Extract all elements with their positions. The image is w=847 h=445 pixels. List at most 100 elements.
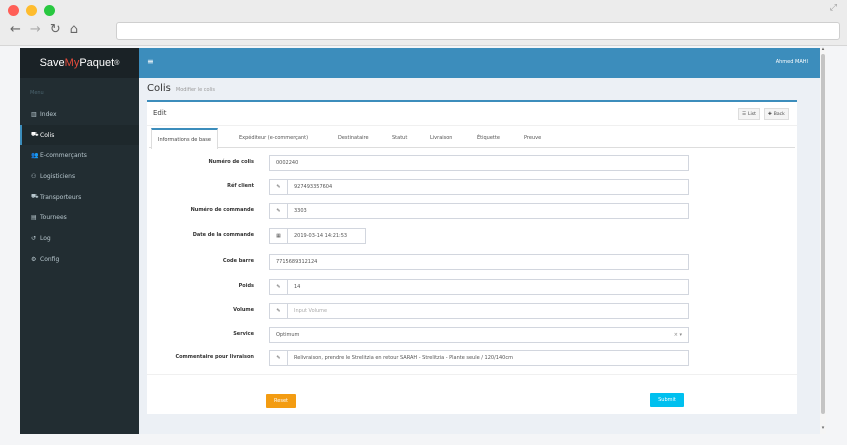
numero-commande-value: 3303 bbox=[294, 208, 307, 214]
sidebar-item-log[interactable]: ↺ Log bbox=[20, 228, 139, 249]
ref-client-label: Réf client bbox=[227, 183, 254, 189]
brand-logo[interactable]: Save My Paquet ® bbox=[20, 48, 139, 78]
users-icon: 👥 bbox=[31, 152, 39, 160]
sidebar-item-transporteurs[interactable]: ⛟ Transporteurs bbox=[20, 187, 139, 208]
box-title: Edit bbox=[153, 109, 167, 117]
handshake-icon: ⚇ bbox=[31, 172, 37, 180]
numero-commande-field[interactable]: ✎ 3303 bbox=[269, 203, 689, 219]
volume-label: Volume bbox=[233, 307, 254, 313]
scroll-down-icon[interactable]: ▾ bbox=[820, 425, 826, 431]
browser-chrome: ⤢ ← → ↻ ⌂ bbox=[0, 0, 847, 46]
numero-colis-label: Numéro de colis bbox=[208, 159, 254, 165]
commentaire-label: Commentaire pour livraison bbox=[175, 354, 254, 360]
menu-title: Menu bbox=[30, 90, 44, 96]
cogs-icon: ⚙ bbox=[31, 255, 37, 263]
sidebar-item-label: E-commerçants bbox=[40, 152, 87, 160]
clear-and-chevron-icon[interactable]: × ▾ bbox=[674, 332, 682, 338]
cart-icon: ⛟ bbox=[31, 131, 39, 139]
sidebar-item-label: Logisticiens bbox=[40, 172, 76, 180]
address-bar[interactable] bbox=[116, 22, 840, 40]
list-button-label: List bbox=[748, 111, 756, 117]
numero-colis-value: 0002240 bbox=[276, 160, 299, 166]
hamburger-icon[interactable]: ≡ bbox=[147, 57, 154, 66]
tab-expediteur[interactable]: Expéditeur (e-commerçant) bbox=[233, 128, 314, 148]
code-barre-label: Code barre bbox=[222, 258, 254, 264]
brand-trademark: ® bbox=[114, 59, 120, 67]
edit-box: Edit ☰ List ✚ Back Informations de base Ex… bbox=[147, 100, 797, 414]
sidebar-item-logisticiens[interactable]: ⚇ Logisticiens bbox=[20, 166, 139, 187]
sidebar-item-label: Tournees bbox=[40, 214, 67, 222]
commentaire-value: Relivraison, prendre le Strelitzia en re… bbox=[294, 355, 513, 361]
numero-colis-field[interactable]: 0002240 bbox=[269, 155, 689, 171]
submit-button[interactable]: Submit bbox=[650, 393, 684, 407]
sidebar-item-colis[interactable]: ⛟ Colis bbox=[20, 124, 139, 146]
numero-commande-label: Numéro de commande bbox=[190, 207, 254, 213]
user-menu[interactable]: Ahmed MAHI bbox=[776, 59, 808, 65]
browser-nav: ← → ↻ ⌂ bbox=[10, 22, 78, 38]
poids-label: Poids bbox=[238, 283, 254, 289]
service-value: Optimum bbox=[276, 332, 300, 338]
tab-bar: Informations de base Expéditeur (e-comme… bbox=[149, 128, 795, 149]
tab-etiquette[interactable]: Étiquette bbox=[471, 128, 506, 148]
service-label: Service bbox=[233, 331, 254, 337]
tab-destinataire[interactable]: Destinataire bbox=[332, 128, 375, 148]
page-subtitle: Modifier le colis bbox=[175, 87, 215, 93]
brand-part1: Save bbox=[39, 57, 65, 69]
pencil-icon: ✎ bbox=[270, 204, 288, 218]
sidebar-item-label: Log bbox=[40, 234, 51, 242]
reload-icon[interactable]: ↻ bbox=[50, 22, 61, 38]
tab-livraison[interactable]: Livraison bbox=[424, 128, 458, 148]
ref-client-field[interactable]: ✎ 927493357604 bbox=[269, 179, 689, 195]
sidebar: Save My Paquet ® Menu ▥ Index ⛟ Colis 👥 E-commer… bbox=[20, 48, 139, 434]
calendar-icon: ▦ bbox=[270, 229, 288, 243]
page-header: Colis Modifier le colis bbox=[147, 83, 215, 94]
top-navbar: ≡ Ahmed MAHI bbox=[139, 48, 820, 78]
sidebar-menu: ▥ Index ⛟ Colis 👥 E-commerçants ⚇ Logisticiens ⛟… bbox=[20, 104, 139, 270]
fullscreen-icon[interactable]: ⤢ bbox=[830, 3, 837, 13]
tab-informations-de-base[interactable]: Informations de base bbox=[151, 128, 218, 149]
page-title: Colis bbox=[147, 83, 171, 94]
pencil-icon: ✎ bbox=[270, 304, 288, 318]
volume-placeholder: Input Volume bbox=[294, 308, 328, 314]
pencil-icon: ✎ bbox=[270, 351, 288, 365]
date-commande-value: 2019-03-14 14:21:53 bbox=[294, 233, 348, 239]
sidebar-item-label: Config bbox=[40, 255, 60, 263]
window-controls bbox=[8, 5, 55, 16]
sidebar-item-config[interactable]: ⚙ Config bbox=[20, 249, 139, 270]
truck-icon: ⛟ bbox=[31, 193, 39, 201]
code-barre-value: 7715689312124 bbox=[276, 259, 318, 265]
scrollbar-thumb[interactable] bbox=[821, 54, 825, 414]
sidebar-item-label: Colis bbox=[40, 131, 55, 139]
scroll-up-icon[interactable]: ▴ bbox=[820, 46, 826, 52]
sidebar-item-e-commer-ants[interactable]: 👥 E-commerçants bbox=[20, 145, 139, 166]
plus-icon: ✚ bbox=[768, 111, 772, 117]
back-button-label: Back bbox=[773, 111, 785, 117]
form-divider bbox=[147, 374, 797, 375]
home-icon[interactable]: ⌂ bbox=[70, 22, 78, 38]
sidebar-item-index[interactable]: ▥ Index bbox=[20, 104, 139, 125]
close-window-button[interactable] bbox=[8, 5, 19, 16]
list-button[interactable]: ☰ List bbox=[738, 108, 760, 120]
sidebar-item-label: Index bbox=[40, 110, 57, 118]
volume-field[interactable]: ✎ Input Volume bbox=[269, 303, 689, 319]
list-icon: ☰ bbox=[742, 111, 747, 117]
tab-statut[interactable]: Statut bbox=[386, 128, 413, 148]
box-header: Edit ☰ List ✚ Back bbox=[147, 102, 797, 126]
commentaire-field[interactable]: ✎ Relivraison, prendre le Strelitzia en … bbox=[269, 350, 689, 366]
maximize-window-button[interactable] bbox=[44, 5, 55, 16]
service-select[interactable]: Optimum × ▾ bbox=[269, 327, 689, 343]
code-barre-field[interactable]: 7715689312124 bbox=[269, 254, 689, 270]
tab-preuve[interactable]: Preuve bbox=[518, 128, 547, 148]
sidebar-item-tournees[interactable]: ▤ Tournees bbox=[20, 207, 139, 228]
forward-arrow-icon[interactable]: → bbox=[30, 22, 41, 38]
back-arrow-icon[interactable]: ← bbox=[10, 22, 21, 38]
back-button[interactable]: ✚ Back bbox=[764, 108, 789, 120]
poids-value: 14 bbox=[294, 284, 301, 290]
minimize-window-button[interactable] bbox=[26, 5, 37, 16]
pencil-icon: ✎ bbox=[270, 180, 288, 194]
poids-field[interactable]: ✎ 14 bbox=[269, 279, 689, 295]
date-commande-field[interactable]: ▦ 2019-03-14 14:21:53 bbox=[269, 228, 366, 244]
pencil-icon: ✎ bbox=[270, 280, 288, 294]
brand-accent: My bbox=[64, 57, 80, 69]
reset-button[interactable]: Reset bbox=[266, 394, 296, 408]
